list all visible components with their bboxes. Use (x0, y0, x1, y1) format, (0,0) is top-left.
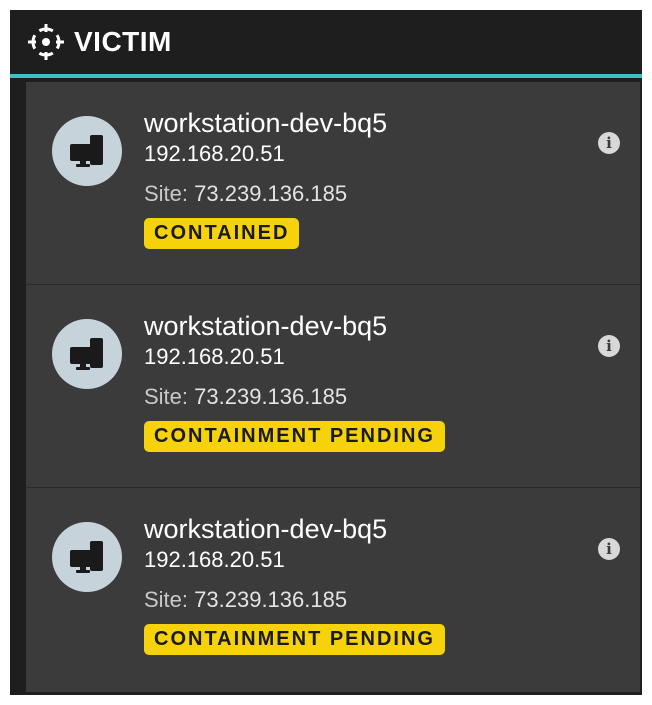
status-badge: CONTAINMENT PENDING (144, 421, 445, 452)
site-label: Site: (144, 587, 189, 612)
site-value: 73.239.136.185 (194, 384, 348, 409)
crosshair-icon (28, 24, 64, 60)
info-icon[interactable]: i (598, 538, 620, 560)
ip-address: 192.168.20.51 (144, 141, 285, 166)
hostname: workstation-dev-bq5 (144, 108, 388, 138)
status-badge: CONTAINMENT PENDING (144, 624, 445, 655)
site-label: Site: (144, 384, 189, 409)
hostname: workstation-dev-bq5 (144, 311, 388, 341)
info-icon[interactable]: i (598, 335, 620, 357)
site-label: Site: (144, 181, 189, 206)
site-value: 73.239.136.185 (194, 181, 348, 206)
host-details: workstation-dev-bq5 192.168.20.51 Site: … (144, 309, 445, 452)
workstation-avatar (52, 116, 122, 186)
panel-header: VICTIM (10, 10, 642, 78)
site-row: Site: 73.239.136.185 (144, 180, 387, 208)
ip-address: 192.168.20.51 (144, 547, 285, 572)
desktop-computer-icon (70, 541, 103, 573)
host-list: workstation-dev-bq5 192.168.20.51 Site: … (26, 82, 640, 692)
panel-title: VICTIM (74, 26, 172, 57)
host-details: workstation-dev-bq5 192.168.20.51 Site: … (144, 512, 445, 655)
host-details: workstation-dev-bq5 192.168.20.51 Site: … (144, 106, 387, 249)
desktop-computer-icon (70, 135, 103, 167)
site-row: Site: 73.239.136.185 (144, 586, 445, 614)
desktop-computer-icon (70, 338, 103, 370)
workstation-avatar (52, 319, 122, 389)
site-value: 73.239.136.185 (194, 587, 348, 612)
hostname: workstation-dev-bq5 (144, 514, 388, 544)
ip-address: 192.168.20.51 (144, 344, 285, 369)
victim-panel: VICTIM workstation-dev-bq5 192.168.20.51… (10, 10, 642, 695)
host-card[interactable]: workstation-dev-bq5 192.168.20.51 Site: … (26, 285, 640, 488)
info-icon[interactable]: i (598, 132, 620, 154)
host-card[interactable]: workstation-dev-bq5 192.168.20.51 Site: … (26, 488, 640, 691)
workstation-avatar (52, 522, 122, 592)
site-row: Site: 73.239.136.185 (144, 383, 445, 411)
host-card[interactable]: workstation-dev-bq5 192.168.20.51 Site: … (26, 82, 640, 285)
status-badge: CONTAINED (144, 218, 300, 249)
